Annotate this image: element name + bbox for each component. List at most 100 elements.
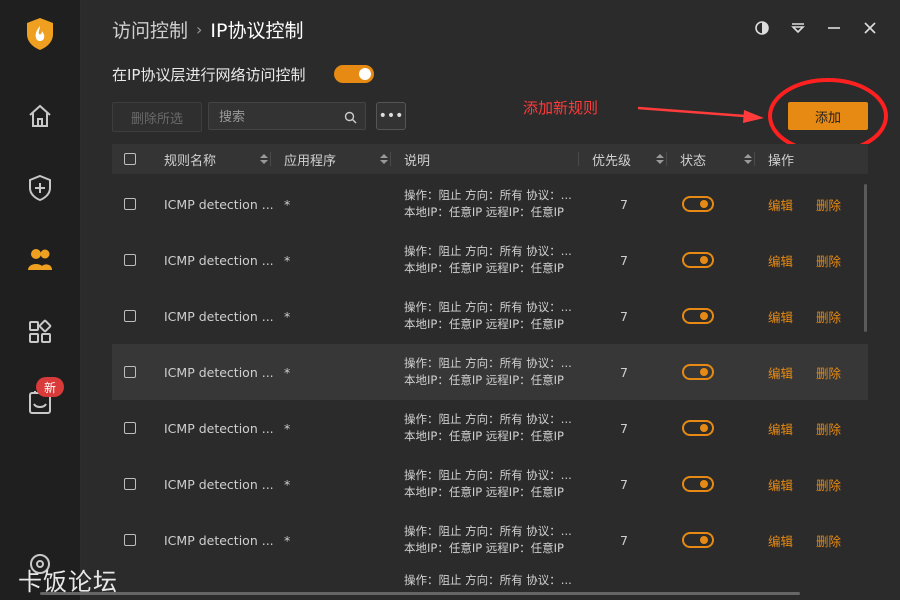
select-all-checkbox-cell bbox=[124, 144, 136, 174]
description-line-2: 本地IP：任意IP 远程IP：任意IP bbox=[404, 317, 564, 331]
col-status[interactable]: 状态 bbox=[680, 144, 706, 174]
delete-link[interactable]: 删除 bbox=[816, 456, 841, 512]
status-cell bbox=[682, 344, 714, 400]
description-line-1: 操作：阻止 方向：所有 协议：... bbox=[404, 573, 572, 587]
priority: 7 bbox=[620, 476, 628, 492]
row-checkbox-cell bbox=[124, 456, 136, 512]
delete-link[interactable]: 删除 bbox=[816, 176, 841, 232]
close-icon[interactable] bbox=[860, 18, 880, 38]
status-toggle[interactable] bbox=[682, 364, 714, 380]
search-icon[interactable] bbox=[344, 109, 357, 128]
edit-link[interactable]: 编辑 bbox=[768, 456, 793, 512]
description-line-1: 操作：阻止 方向：所有 协议：... bbox=[404, 356, 572, 370]
row-checkbox[interactable] bbox=[124, 310, 136, 322]
select-all-checkbox[interactable] bbox=[124, 153, 136, 165]
status-toggle[interactable] bbox=[682, 252, 714, 268]
application: * bbox=[284, 252, 291, 268]
table-row[interactable]: 操作：阻止 方向：所有 协议：... bbox=[112, 568, 868, 592]
status-toggle[interactable] bbox=[682, 532, 714, 548]
delete-link[interactable]: 删除 bbox=[816, 232, 841, 288]
description: 操作：阻止 方向：所有 协议：... 本地IP：任意IP 远程IP：任意IP bbox=[404, 288, 572, 344]
sort-rule-name-icon[interactable] bbox=[254, 144, 268, 174]
minimize-icon[interactable] bbox=[824, 18, 844, 38]
application: * bbox=[284, 532, 291, 548]
apps-icon[interactable] bbox=[24, 316, 56, 348]
col-priority[interactable]: 优先级 bbox=[592, 144, 631, 174]
rule-name: ICMP detection ... bbox=[164, 476, 274, 492]
description: 操作：阻止 方向：所有 协议：... 本地IP：任意IP 远程IP：任意IP bbox=[404, 400, 572, 456]
table-row[interactable]: ICMP detection ... * 操作：阻止 方向：所有 协议：... 本地I… bbox=[112, 456, 868, 512]
sort-priority-icon[interactable] bbox=[650, 144, 664, 174]
edit-link[interactable]: 编辑 bbox=[768, 232, 793, 288]
row-checkbox[interactable] bbox=[124, 422, 136, 434]
edit-link[interactable]: 编辑 bbox=[768, 288, 793, 344]
add-rule-button[interactable]: 添加 bbox=[788, 102, 868, 130]
table-row[interactable]: ICMP detection ... * 操作：阻止 方向：所有 协议：... 本地I… bbox=[112, 232, 868, 288]
breadcrumb-parent[interactable]: 访问控制 bbox=[112, 16, 188, 43]
toggle-knob bbox=[359, 68, 371, 80]
edit-link[interactable]: 编辑 bbox=[768, 512, 793, 568]
edit-link[interactable]: 编辑 bbox=[768, 176, 793, 232]
row-checkbox[interactable] bbox=[124, 534, 136, 546]
application: * bbox=[284, 420, 291, 436]
sort-application-icon[interactable] bbox=[374, 144, 388, 174]
col-status-label: 状态 bbox=[680, 153, 707, 169]
edit-link[interactable]: 编辑 bbox=[768, 400, 793, 456]
description-line-2: 本地IP：任意IP 远程IP：任意IP bbox=[404, 541, 564, 555]
row-checkbox[interactable] bbox=[124, 478, 136, 490]
status-cell bbox=[682, 512, 714, 568]
table-row[interactable]: ICMP detection ... * 操作：阻止 方向：所有 协议：... 本地I… bbox=[112, 344, 868, 400]
description: 操作：阻止 方向：所有 协议：... 本地IP：任意IP 远程IP：任意IP bbox=[404, 456, 572, 512]
delete-link[interactable]: 删除 bbox=[816, 344, 841, 400]
description-line-2: 本地IP：任意IP 远程IP：任意IP bbox=[404, 373, 564, 387]
application: * bbox=[284, 196, 291, 212]
priority: 7 bbox=[620, 196, 628, 212]
col-rule-name[interactable]: 规则名称 bbox=[164, 144, 216, 174]
table-row[interactable]: ICMP detection ... * 操作：阻止 方向：所有 协议：... 本地I… bbox=[112, 176, 868, 232]
row-checkbox[interactable] bbox=[124, 254, 136, 266]
status-toggle[interactable] bbox=[682, 476, 714, 492]
status-toggle[interactable] bbox=[682, 308, 714, 324]
status-toggle[interactable] bbox=[682, 196, 714, 212]
status-cell bbox=[682, 232, 714, 288]
priority: 7 bbox=[620, 420, 628, 436]
table-row[interactable]: ICMP detection ... * 操作：阻止 方向：所有 协议：... 本地I… bbox=[112, 400, 868, 456]
row-checkbox-cell bbox=[124, 232, 136, 288]
more-options-button[interactable]: ••• bbox=[376, 102, 406, 130]
status-toggle[interactable] bbox=[682, 420, 714, 436]
description-line-1: 操作：阻止 方向：所有 协议：... bbox=[404, 300, 572, 314]
table-row[interactable]: ICMP detection ... * 操作：阻止 方向：所有 协议：... 本地I… bbox=[112, 288, 868, 344]
status-cell bbox=[682, 400, 714, 456]
col-actions-label: 操作 bbox=[768, 153, 795, 169]
row-checkbox-cell bbox=[124, 288, 136, 344]
delete-link[interactable]: 删除 bbox=[816, 512, 841, 568]
edit-link[interactable]: 编辑 bbox=[768, 344, 793, 400]
vertical-scrollbar[interactable] bbox=[864, 184, 867, 332]
delete-link[interactable]: 删除 bbox=[816, 400, 841, 456]
rule-name: ICMP detection ... bbox=[164, 420, 274, 436]
row-checkbox[interactable] bbox=[124, 366, 136, 378]
delete-link[interactable]: 删除 bbox=[816, 288, 841, 344]
shield-plus-icon[interactable] bbox=[24, 172, 56, 204]
col-application[interactable]: 应用程序 bbox=[284, 144, 336, 174]
table-header: 规则名称 应用程序 说明 优先级 状态 操作 bbox=[112, 144, 868, 174]
toggle-knob bbox=[700, 536, 708, 544]
search-box bbox=[208, 102, 366, 130]
rule-name: ICMP detection ... bbox=[164, 364, 274, 380]
horizontal-scrollbar[interactable] bbox=[40, 592, 800, 595]
users-icon[interactable] bbox=[24, 243, 56, 275]
status-cell bbox=[682, 176, 714, 232]
col-application-label: 应用程序 bbox=[284, 153, 337, 169]
home-icon[interactable] bbox=[24, 100, 56, 132]
toggle-knob bbox=[700, 312, 708, 320]
sort-status-icon[interactable] bbox=[738, 144, 752, 174]
table-row[interactable]: ICMP detection ... * 操作：阻止 方向：所有 协议：... 本地I… bbox=[112, 512, 868, 568]
row-checkbox[interactable] bbox=[124, 198, 136, 210]
app-logo-icon bbox=[24, 18, 56, 50]
dropdown-icon[interactable] bbox=[788, 18, 808, 38]
priority: 7 bbox=[620, 532, 628, 548]
theme-icon[interactable] bbox=[752, 18, 772, 38]
search-input[interactable] bbox=[217, 107, 341, 127]
ip-control-toggle[interactable] bbox=[334, 65, 374, 83]
delete-selected-button[interactable]: 删除所选 bbox=[112, 102, 202, 132]
